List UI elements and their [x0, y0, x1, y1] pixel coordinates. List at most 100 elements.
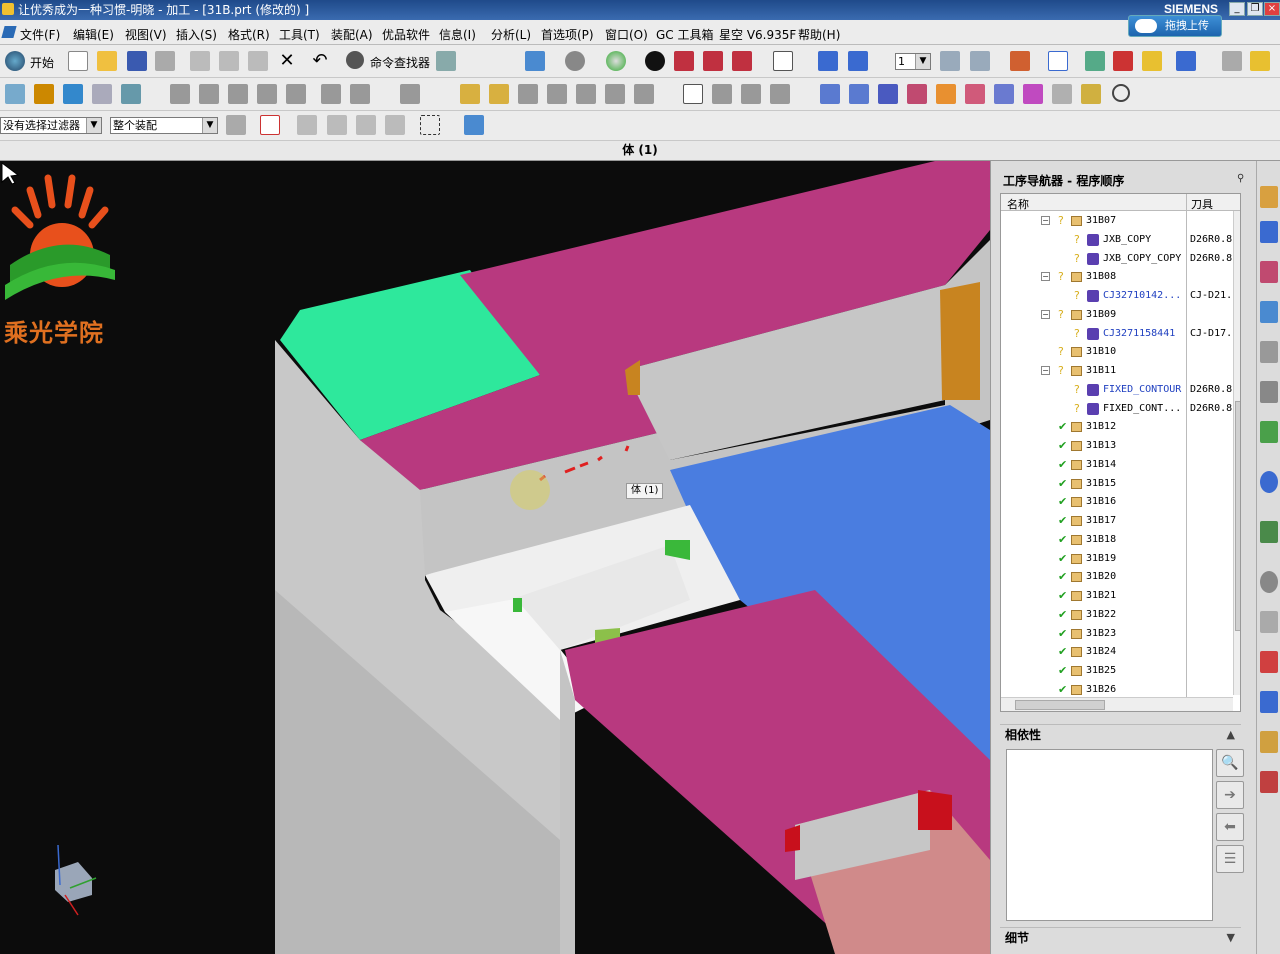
- arrow-left-icon[interactable]: [820, 84, 840, 104]
- constraint-navigator-icon[interactable]: [1260, 221, 1278, 243]
- command-finder-icon[interactable]: [346, 51, 364, 69]
- tool-holder-icon[interactable]: [878, 84, 898, 104]
- selection-filter-select[interactable]: 没有选择过滤器 ▼: [0, 117, 102, 134]
- tree-row[interactable]: ✔ 31B22: [1001, 606, 1233, 625]
- deselect-icon[interactable]: [297, 115, 317, 135]
- undo-icon[interactable]: ↶: [310, 51, 330, 71]
- assembly-scope-select[interactable]: 整个装配 ▼: [110, 117, 218, 134]
- replay-path-icon[interactable]: [321, 84, 341, 104]
- chevron-down-icon[interactable]: ▼: [1227, 928, 1235, 948]
- select-edge-icon[interactable]: [356, 115, 376, 135]
- graphics-viewport[interactable]: 乘光学院 体 (1): [0, 161, 990, 954]
- palette-icon[interactable]: [1260, 611, 1278, 633]
- reuse-library-icon[interactable]: [1260, 381, 1278, 403]
- tree-row[interactable]: ? CJ3271158441 CJ-D17...: [1001, 325, 1240, 344]
- collapse-toggle[interactable]: −: [1041, 272, 1050, 282]
- stock-icon[interactable]: [907, 84, 927, 104]
- save-icon[interactable]: [127, 51, 147, 71]
- machine-tool-view-icon[interactable]: [199, 84, 219, 104]
- create-operation-icon[interactable]: [121, 84, 141, 104]
- collapse-toggle[interactable]: −: [1041, 366, 1050, 375]
- tree-row[interactable]: ? FIXED_CONT... D26R0.8: [1001, 400, 1233, 419]
- assembly-navigator-icon[interactable]: [1260, 186, 1278, 208]
- edit-object-icon[interactable]: [460, 84, 480, 104]
- menu-item[interactable]: 窗口(O): [605, 26, 648, 43]
- tree-row[interactable]: ✔ 31B20: [1001, 568, 1233, 587]
- pin-icon[interactable]: ⚲: [1237, 174, 1247, 184]
- verify-path-icon[interactable]: [400, 84, 420, 104]
- tree-row[interactable]: −? 31B08: [1001, 268, 1233, 287]
- layer-select[interactable]: 1 ▼: [895, 53, 931, 70]
- web-browser-icon[interactable]: [1260, 421, 1278, 443]
- render-style-icon[interactable]: [645, 51, 665, 71]
- print-icon[interactable]: [155, 51, 175, 71]
- people-icon[interactable]: [1260, 731, 1278, 753]
- method-view-icon[interactable]: [257, 84, 277, 104]
- display-toolpath-2-icon[interactable]: [712, 84, 732, 104]
- presentation-icon[interactable]: [1260, 771, 1278, 793]
- copy-icon[interactable]: [219, 51, 239, 71]
- open-folder-icon[interactable]: [97, 51, 117, 71]
- wcs-icon[interactable]: [818, 51, 838, 71]
- close-button[interactable]: ×: [1264, 2, 1280, 16]
- upload-button[interactable]: 拖拽上传: [1128, 15, 1222, 37]
- snap-point-icon[interactable]: [1010, 51, 1030, 71]
- tree-row[interactable]: −? 31B07: [1001, 212, 1233, 231]
- point-icon[interactable]: [1085, 51, 1105, 71]
- column-name-header[interactable]: 名称: [1007, 196, 1029, 212]
- menu-item[interactable]: 首选项(P): [541, 26, 594, 43]
- menu-item[interactable]: 插入(S): [176, 26, 217, 43]
- create-program-icon[interactable]: [5, 84, 25, 104]
- magnifier-icon[interactable]: 🔍: [1216, 749, 1244, 777]
- rectangle-select-icon[interactable]: [420, 115, 440, 135]
- transform-object-icon[interactable]: [634, 84, 654, 104]
- shaded-sphere-icon[interactable]: [606, 51, 626, 71]
- view-front-icon[interactable]: [703, 51, 723, 71]
- list-path-icon[interactable]: [350, 84, 370, 104]
- menu-item[interactable]: GC 工具箱: [656, 26, 714, 43]
- machine-navigator-icon[interactable]: [1260, 341, 1278, 363]
- tree-horizontal-scrollbar[interactable]: [1001, 697, 1233, 711]
- start-menu-button[interactable]: 开始: [30, 54, 54, 71]
- arrow-left-icon[interactable]: ⬅: [1216, 813, 1244, 841]
- tree-row[interactable]: ✔ 31B21: [1001, 587, 1233, 606]
- cut-icon[interactable]: [190, 51, 210, 71]
- roles-icon[interactable]: [1260, 651, 1278, 673]
- light-icon[interactable]: [1142, 51, 1162, 71]
- shop-doc-icon[interactable]: [994, 84, 1014, 104]
- collapse-toggle[interactable]: −: [1041, 309, 1050, 319]
- tree-row[interactable]: ✔ 31B17: [1001, 512, 1233, 531]
- start-icon[interactable]: [5, 51, 25, 71]
- clock-icon[interactable]: [1260, 571, 1278, 593]
- rename-object-icon[interactable]: [605, 84, 625, 104]
- paste-object-icon[interactable]: [547, 84, 567, 104]
- datum-csys-icon[interactable]: [1048, 51, 1068, 71]
- scroll-thumb[interactable]: [1235, 401, 1240, 631]
- menu-item[interactable]: 帮助(H): [798, 26, 840, 43]
- tree-row[interactable]: ✔ 31B12: [1001, 418, 1233, 437]
- menu-item[interactable]: 装配(A): [331, 26, 373, 43]
- menu-item[interactable]: 星空 V6.935F: [719, 26, 796, 43]
- measure-icon[interactable]: [1113, 51, 1133, 71]
- tree-row[interactable]: ✔ 31B16: [1001, 493, 1233, 512]
- tree-row[interactable]: ✔ 31B18: [1001, 531, 1233, 550]
- post-process-icon[interactable]: [770, 84, 790, 104]
- arrow-right-icon[interactable]: ➔: [1216, 781, 1244, 809]
- display-toolpath-icon[interactable]: [683, 84, 703, 104]
- collapse-toggle[interactable]: −: [1041, 216, 1050, 225]
- menu-item[interactable]: 文件(F): [20, 26, 60, 43]
- tree-vertical-scrollbar[interactable]: [1233, 211, 1240, 695]
- background-icon[interactable]: [773, 51, 793, 71]
- part-navigator-icon[interactable]: [1260, 261, 1278, 283]
- solid-body-icon[interactable]: [464, 115, 484, 135]
- menu-item[interactable]: 信息(I): [439, 26, 476, 43]
- menu-item[interactable]: 优品软件: [382, 26, 430, 43]
- program-order-view-icon[interactable]: [170, 84, 190, 104]
- tree-row[interactable]: ✔ 31B19: [1001, 550, 1233, 569]
- pencil-icon[interactable]: [1250, 51, 1270, 71]
- menu-item[interactable]: 编辑(E): [73, 26, 114, 43]
- tree-row[interactable]: ✔ 31B15: [1001, 475, 1233, 494]
- minimize-button[interactable]: _: [1229, 2, 1245, 16]
- operation-navigator-icon[interactable]: [1260, 301, 1278, 323]
- snap-target-icon[interactable]: [260, 115, 280, 135]
